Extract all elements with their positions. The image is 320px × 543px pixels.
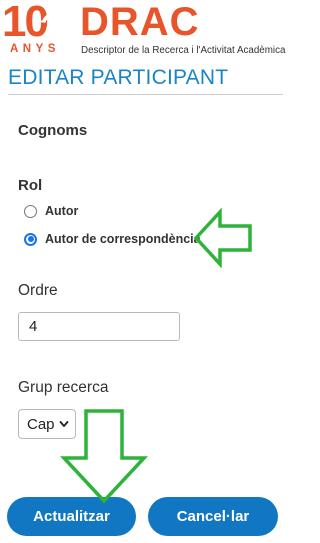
annotation-arrow-left-icon: [193, 208, 252, 268]
grup-recerca-select[interactable]: Cap: [18, 409, 76, 439]
radio-autor-correspondencia-label: Autor de correspondència: [45, 232, 201, 246]
grup-recerca-label: Grup recerca: [18, 379, 109, 396]
rol-option-autor-correspondencia[interactable]: Autor de correspondència: [24, 232, 201, 246]
title-divider: [8, 94, 283, 95]
ordre-input[interactable]: [18, 312, 180, 341]
update-button[interactable]: Actualitzar: [7, 497, 136, 536]
ordre-label: Ordre: [18, 282, 58, 299]
cancel-button[interactable]: Cancel·lar: [148, 497, 278, 536]
radio-autor-label: Autor: [45, 204, 79, 218]
logo-anys: ANYS: [10, 43, 60, 55]
logo-drac: DRAC: [80, 0, 200, 44]
chevron-down-icon: [59, 421, 69, 427]
logo-subtitle: Descriptor de la Recerca i l'Activitat A…: [81, 45, 286, 56]
cognoms-label: Cognoms: [18, 122, 88, 139]
page-title: EDITAR PARTICIPANT: [8, 66, 229, 89]
drac-logo[interactable]: 10 ANYS DRAC Descriptor de la Recerca i …: [0, 0, 286, 66]
bird-icon: [32, 12, 54, 23]
grup-recerca-selected: Cap: [27, 415, 55, 433]
radio-autor-correspondencia[interactable]: [24, 232, 37, 246]
rol-option-autor[interactable]: Autor: [24, 204, 78, 218]
rol-label: Rol: [18, 177, 43, 194]
radio-autor[interactable]: [24, 204, 37, 218]
